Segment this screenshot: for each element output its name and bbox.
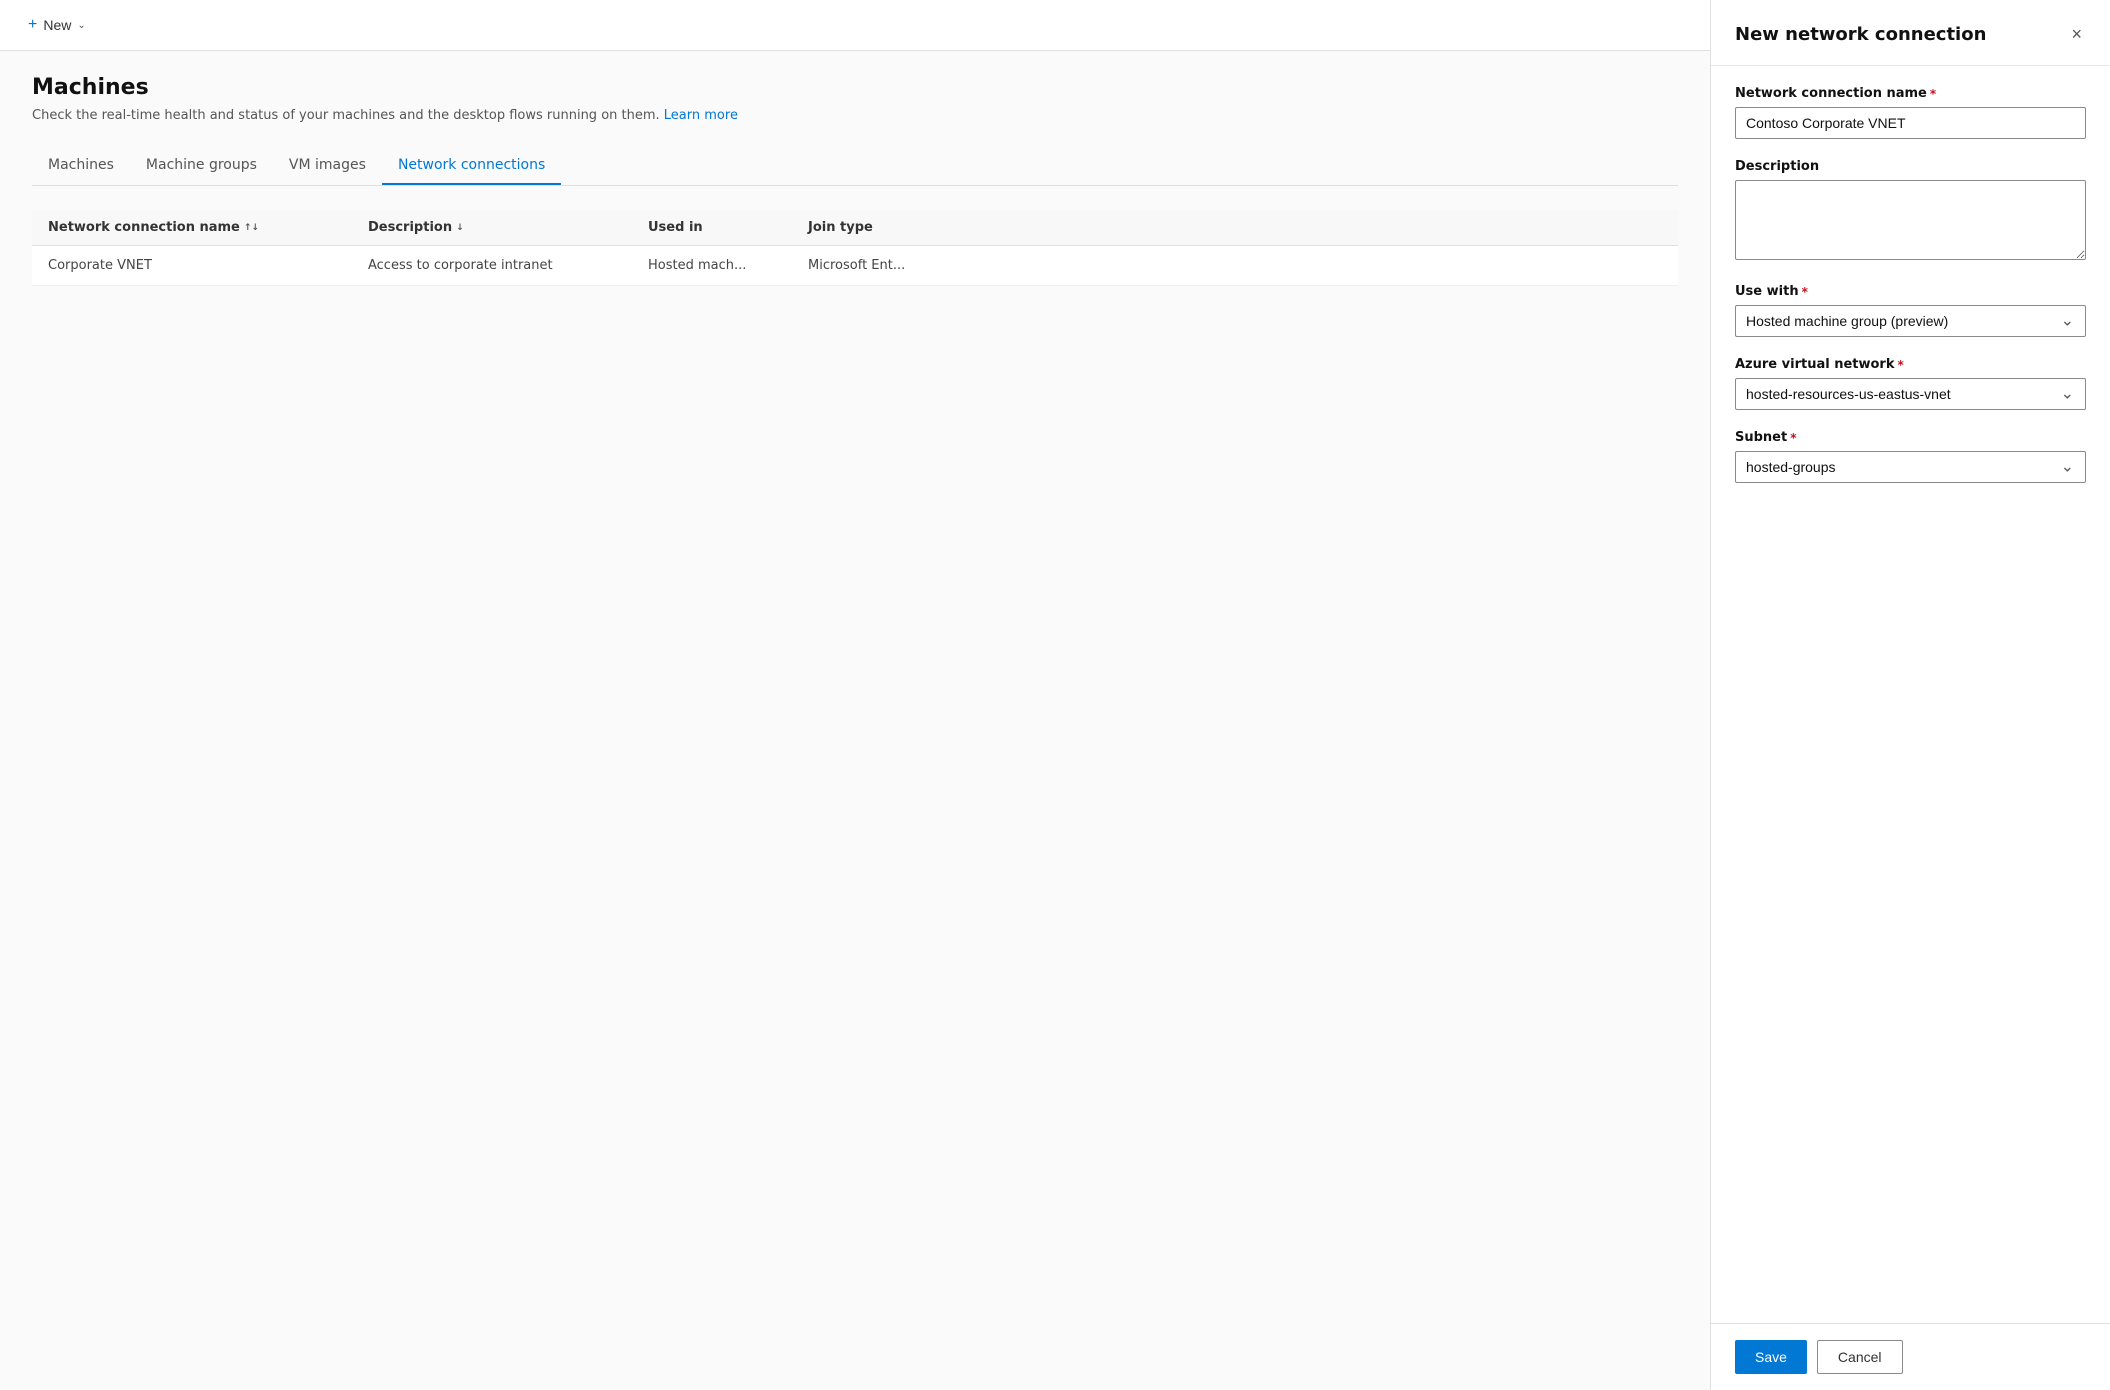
cancel-button[interactable]: Cancel xyxy=(1817,1340,1903,1374)
name-field-label: Network connection name * xyxy=(1735,86,2086,101)
new-button[interactable]: + New ⌄ xyxy=(20,12,94,38)
use-with-field-group: Use with * Hosted machine group (preview… xyxy=(1735,284,2086,337)
panel-body: Network connection name * Description Us… xyxy=(1711,66,2110,1323)
azure-vnet-select-wrapper: hosted-resources-us-eastus-vnet xyxy=(1735,378,2086,410)
cell-name: Corporate VNET xyxy=(48,258,368,273)
network-connections-table: Network connection name ↑↓ Description ↓… xyxy=(32,210,1678,286)
azure-vnet-select[interactable]: hosted-resources-us-eastus-vnet xyxy=(1735,378,2086,410)
subnet-field-group: Subnet * hosted-groups xyxy=(1735,430,2086,483)
tabs-container: Machines Machine groups VM images Networ… xyxy=(32,147,1678,186)
close-panel-button[interactable]: × xyxy=(2067,20,2086,49)
main-content: + New ⌄ Machines Check the real-time hea… xyxy=(0,0,1710,1390)
plus-icon: + xyxy=(28,16,37,34)
subnet-select[interactable]: hosted-groups xyxy=(1735,451,2086,483)
tab-machines[interactable]: Machines xyxy=(32,147,130,185)
sort-icons-name[interactable]: ↑↓ xyxy=(244,223,259,233)
cell-description: Access to corporate intranet xyxy=(368,258,648,273)
description-input[interactable] xyxy=(1735,180,2086,260)
name-input[interactable] xyxy=(1735,107,2086,139)
azure-vnet-field-group: Azure virtual network * hosted-resources… xyxy=(1735,357,2086,410)
col-header-used-in: Used in xyxy=(648,220,808,235)
cell-join-type: Microsoft Ent... xyxy=(808,258,968,273)
description-field-group: Description xyxy=(1735,159,2086,264)
panel-header: New network connection × xyxy=(1711,0,2110,66)
col-header-join-type: Join type xyxy=(808,220,968,235)
azure-vnet-field-label: Azure virtual network * xyxy=(1735,357,2086,372)
subnet-select-wrapper: hosted-groups xyxy=(1735,451,2086,483)
page-content: Machines Check the real-time health and … xyxy=(0,51,1710,1390)
tab-machine-groups[interactable]: Machine groups xyxy=(130,147,273,185)
table-row[interactable]: Corporate VNET Access to corporate intra… xyxy=(32,246,1678,286)
side-panel: New network connection × Network connect… xyxy=(1710,0,2110,1390)
use-with-select-wrapper: Hosted machine group (preview) xyxy=(1735,305,2086,337)
description-field-label: Description xyxy=(1735,159,2086,174)
col-header-name[interactable]: Network connection name ↑↓ xyxy=(48,220,368,235)
page-description: Check the real-time health and status of… xyxy=(32,108,1678,123)
table-header: Network connection name ↑↓ Description ↓… xyxy=(32,210,1678,246)
subnet-required-star: * xyxy=(1790,431,1796,445)
tab-vm-images[interactable]: VM images xyxy=(273,147,382,185)
page-title: Machines xyxy=(32,75,1678,100)
panel-footer: Save Cancel xyxy=(1711,1323,2110,1390)
use-with-field-label: Use with * xyxy=(1735,284,2086,299)
name-field-group: Network connection name * xyxy=(1735,86,2086,139)
name-required-star: * xyxy=(1930,87,1936,101)
subnet-field-label: Subnet * xyxy=(1735,430,2086,445)
sort-icons-description[interactable]: ↓ xyxy=(456,223,464,233)
tab-network-connections[interactable]: Network connections xyxy=(382,147,561,185)
save-button[interactable]: Save xyxy=(1735,1340,1807,1374)
toolbar: + New ⌄ xyxy=(0,0,1710,51)
col-header-description[interactable]: Description ↓ xyxy=(368,220,648,235)
cell-used-in: Hosted mach... xyxy=(648,258,808,273)
new-button-label: New xyxy=(43,17,71,33)
use-with-required-star: * xyxy=(1802,285,1808,299)
chevron-down-icon: ⌄ xyxy=(77,20,85,31)
azure-vnet-required-star: * xyxy=(1898,358,1904,372)
use-with-select[interactable]: Hosted machine group (preview) xyxy=(1735,305,2086,337)
learn-more-link[interactable]: Learn more xyxy=(664,108,738,123)
panel-title: New network connection xyxy=(1735,24,1986,45)
